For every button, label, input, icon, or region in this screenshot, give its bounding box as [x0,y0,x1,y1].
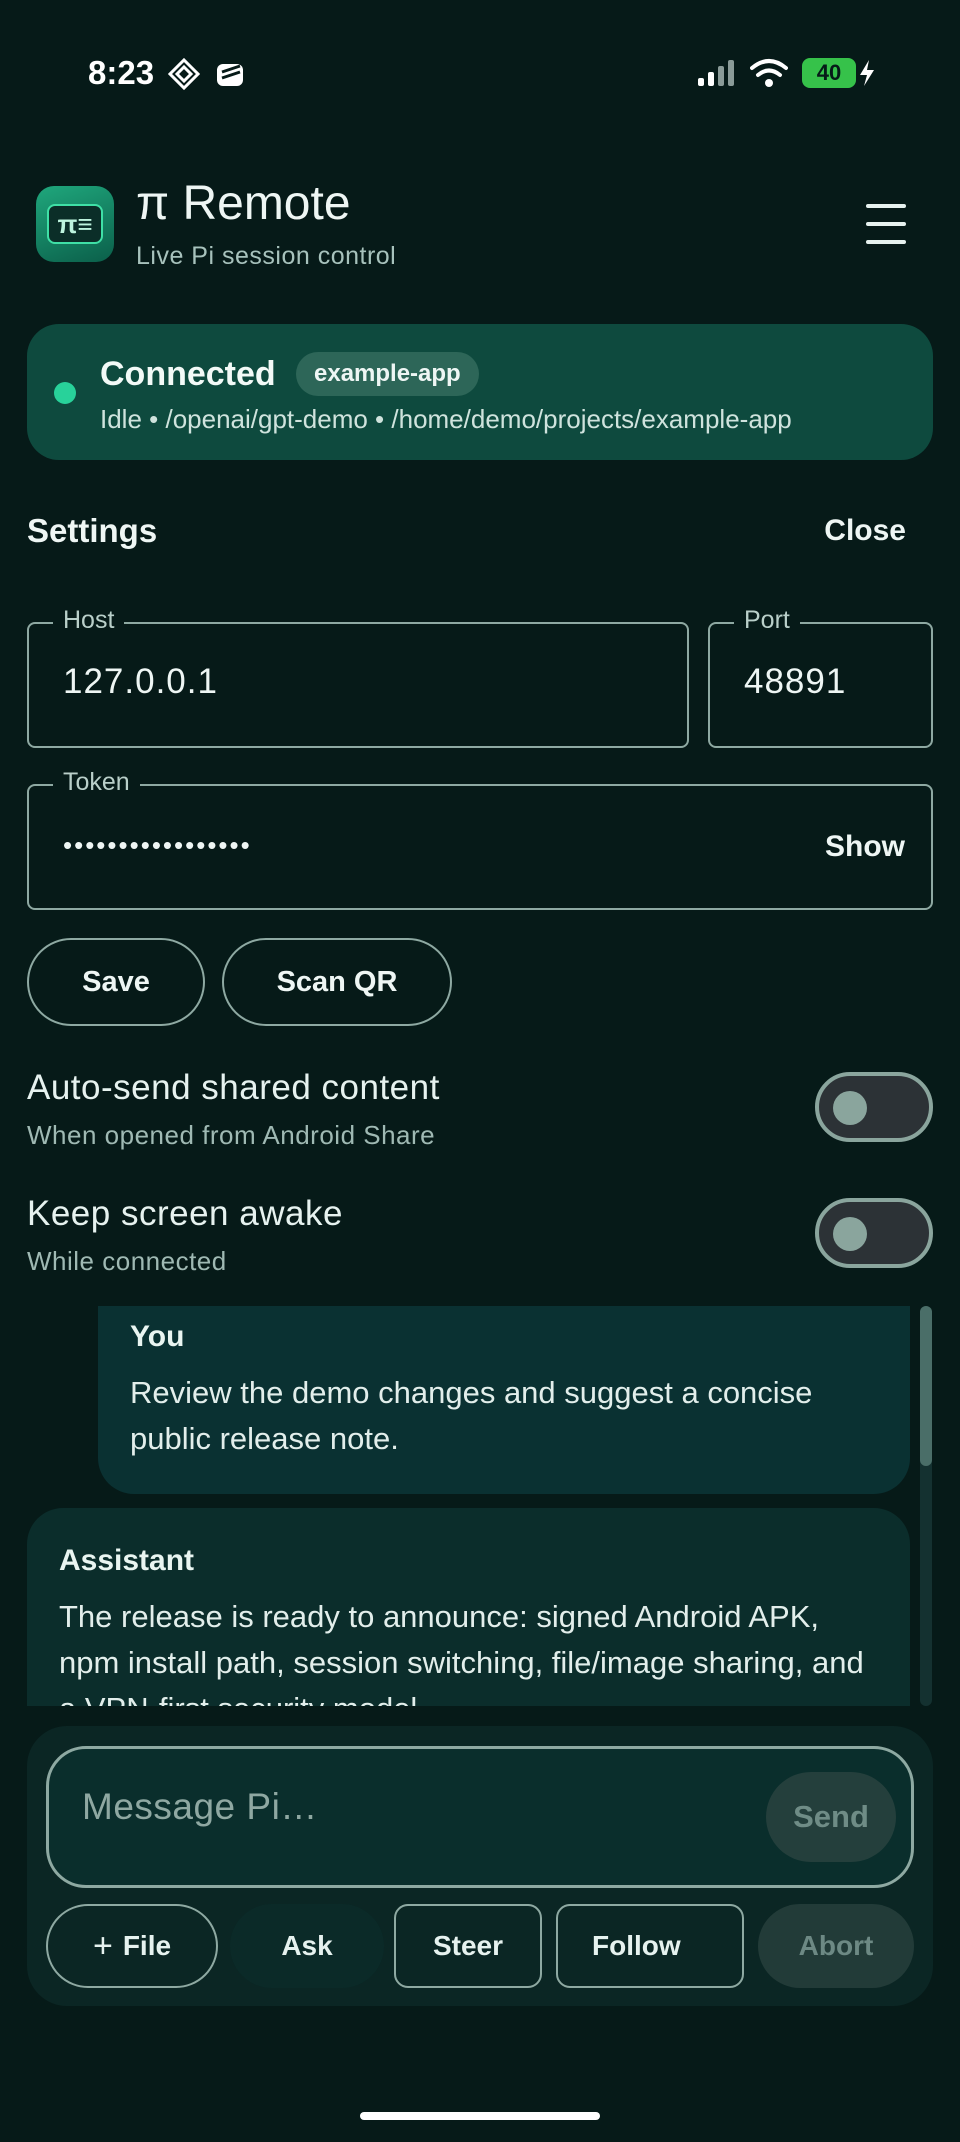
toggle-knob [833,1217,867,1251]
token-input[interactable]: ••••••••••••••••• [63,830,252,861]
diamond-app-icon [168,58,200,90]
chat-transcript[interactable]: You Review the demo changes and suggest … [0,1306,960,1706]
settings-title: Settings [27,512,158,549]
app-logo-mark: π≡ [47,204,103,244]
message-role: You [130,1320,185,1353]
keep-awake-toggle[interactable] [815,1198,933,1268]
app-title: π Remote [136,177,351,230]
keep-awake-subtitle: While connected [27,1246,227,1276]
port-input[interactable]: 48891 [744,662,846,702]
host-field[interactable]: Host 127.0.0.1 [27,606,689,748]
host-input[interactable]: 127.0.0.1 [63,662,218,702]
message-role: Assistant [59,1544,195,1577]
connection-state: Connected [100,355,276,393]
app-logo: π≡ [36,186,114,262]
status-system-icons: 40 [696,58,876,88]
assistant-message: Assistant The release is ready to announ… [27,1508,910,1706]
ask-mode-button[interactable]: Ask [230,1904,384,1988]
port-label: Port [734,606,800,635]
auto-send-title: Auto-send shared content [27,1068,440,1107]
signal-icon [698,60,734,86]
message-text: Review the demo changes and suggest a co… [130,1375,813,1456]
home-indicator[interactable] [360,2112,600,2120]
token-field[interactable]: Token ••••••••••••••••• Show [27,768,933,910]
message-text: The release is ready to announce: signed… [59,1599,864,1706]
toggle-knob [833,1091,867,1125]
connection-details: Idle • /openai/gpt-demo • /home/demo/pro… [100,404,792,434]
token-label: Token [53,768,140,797]
steer-mode-button[interactable]: Steer [394,1904,542,1988]
show-token-button[interactable]: Show [825,830,905,864]
app-subtitle: Live Pi session control [136,242,397,270]
save-button[interactable]: Save [27,938,205,1026]
charging-bolt-icon [860,60,874,86]
keep-awake-title: Keep screen awake [27,1194,343,1233]
hamburger-menu-icon[interactable] [866,204,906,244]
scan-qr-button[interactable]: Scan QR [222,938,452,1026]
send-button[interactable]: Send [766,1772,896,1862]
stack-app-icon [217,64,243,86]
chat-scrollbar-thumb[interactable] [920,1306,932,1466]
plus-icon: + [92,1926,113,1965]
status-time: 8:23 [88,54,155,91]
user-message: You Review the demo changes and suggest … [98,1306,910,1494]
status-notification-icons [168,58,248,90]
file-label: File [122,1930,172,1961]
session-badge: example-app [296,352,479,396]
connection-status-dot [54,382,76,404]
auto-send-toggle[interactable] [815,1072,933,1142]
host-label: Host [53,606,125,635]
abort-button[interactable]: Abort [758,1904,914,1988]
wifi-icon [750,59,788,87]
attach-file-button[interactable]: + File [46,1904,218,1988]
message-placeholder: Message Pi… [82,1786,318,1827]
port-field[interactable]: Port 48891 [708,606,933,748]
follow-mode-button[interactable]: Follow [556,1904,744,1988]
battery-indicator: 40 [802,58,856,88]
auto-send-subtitle: When opened from Android Share [27,1120,436,1150]
close-settings-button[interactable]: Close [824,514,906,548]
